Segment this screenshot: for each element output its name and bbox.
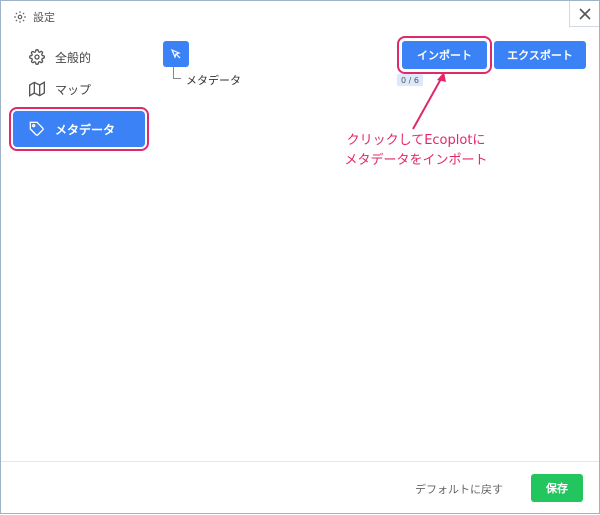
import-button[interactable]: インポート [397, 36, 492, 74]
footer-divider [1, 461, 599, 462]
save-button[interactable]: 保存 [531, 474, 583, 502]
map-icon [29, 81, 45, 97]
sidebar: 全般的 マップ メタデータ [9, 43, 149, 151]
sidebar-item-general[interactable]: 全般的 [13, 43, 145, 71]
sidebar-item-label: メタデータ [55, 122, 116, 137]
sidebar-item-metadata[interactable]: メタデータ [9, 107, 149, 151]
select-tool-button[interactable] [163, 41, 189, 67]
title-bar: 設定 [1, 1, 599, 33]
gear-icon [13, 10, 27, 24]
tree-node-label: メタデータ [186, 74, 241, 87]
metadata-count-badge: 0 / 6 [397, 74, 423, 86]
sidebar-item-label: 全般的 [55, 50, 92, 65]
cursor-icon [170, 48, 181, 59]
window-title: 設定 [33, 11, 55, 24]
sidebar-item-label: マップ [55, 82, 92, 97]
sidebar-item-map[interactable]: マップ [13, 75, 145, 103]
metadata-tree-node[interactable]: メタデータ [173, 67, 241, 88]
close-icon [578, 7, 591, 20]
close-button[interactable] [569, 1, 599, 27]
annotation-callout: クリックしてEcoplotに メタデータをインポート [311, 131, 521, 171]
tag-icon [29, 121, 45, 137]
tree-connector [173, 67, 181, 79]
settings-dialog: 設定 全般的 マップ メタデータ メタデータ インポート エクスポート 0 / … [0, 0, 600, 514]
gear-icon [29, 49, 45, 65]
annotation-line-1: クリックしてEcoplotに [346, 133, 486, 148]
annotation-line-2: メタデータをインポート [344, 153, 488, 168]
reset-defaults-button[interactable]: デフォルトに戻す [409, 475, 509, 503]
export-button[interactable]: エクスポート [494, 41, 586, 69]
